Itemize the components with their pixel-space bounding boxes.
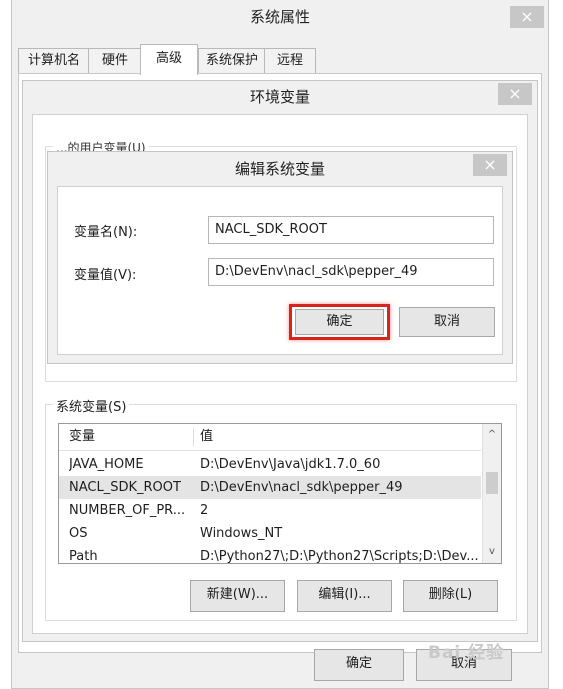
system-properties-title: 系统属性: [249, 8, 310, 26]
system-variables-label: 系统变量(S): [53, 396, 130, 415]
baidu-jingyan-watermark: Bai 经验: [428, 643, 505, 663]
row-variable-value: 2: [200, 503, 209, 518]
variable-value-label: 变量值(V):: [74, 268, 137, 283]
table-row[interactable]: JAVA_HOME D:\DevEnv\Java\jdk1.7.0_60: [59, 453, 481, 476]
table-row[interactable]: NUMBER_OF_PR... 2: [59, 499, 481, 522]
row-variable-value: D:\DevEnv\Java\jdk1.7.0_60: [200, 457, 381, 472]
new-variable-button[interactable]: 新建(W)...: [190, 580, 285, 612]
close-icon: ×: [483, 155, 497, 174]
edit-dialog-close-button[interactable]: ×: [473, 154, 507, 176]
system-variables-table[interactable]: 变量 值 JAVA_HOME D:\DevEnv\Java\jdk1.7.0_6…: [58, 423, 502, 564]
edit-variable-button[interactable]: 编辑(I)...: [297, 580, 392, 612]
tab-hardware[interactable]: 硬件: [88, 48, 142, 73]
row-variable-name: Path: [69, 549, 98, 564]
row-variable-name: NUMBER_OF_PR...: [69, 503, 186, 518]
table-row-selected[interactable]: NACL_SDK_ROOT D:\DevEnv\nacl_sdk\pepper_…: [59, 476, 481, 499]
variable-name-label: 变量名(N):: [74, 225, 138, 240]
variable-name-field[interactable]: NACL_SDK_ROOT: [208, 216, 494, 244]
row-variable-value: D:\DevEnv\nacl_sdk\pepper_49: [200, 480, 403, 495]
column-header-variable[interactable]: 变量: [69, 424, 95, 450]
tab-system-protection[interactable]: 系统保护: [198, 48, 266, 73]
edit-dialog-cancel-button[interactable]: 取消: [399, 307, 495, 337]
column-separator[interactable]: [193, 428, 194, 446]
delete-variable-button[interactable]: 删除(L): [403, 580, 498, 612]
close-icon: ×: [520, 7, 534, 26]
tab-computer-name[interactable]: 计算机名: [18, 48, 90, 73]
table-row[interactable]: Path D:\Python27\;D:\Python27\Scripts;D:…: [59, 545, 481, 564]
edit-dialog-title: 编辑系统变量: [234, 160, 325, 178]
system-properties-close-button[interactable]: ×: [510, 6, 544, 28]
scroll-up-icon[interactable]: ^: [483, 426, 501, 444]
column-header-value[interactable]: 值: [200, 424, 213, 450]
row-variable-name: NACL_SDK_ROOT: [69, 480, 181, 495]
table-scrollbar[interactable]: ^ v: [482, 424, 501, 563]
close-icon: ×: [508, 84, 522, 103]
row-variable-name: JAVA_HOME: [69, 457, 144, 472]
edit-system-variable-dialog: 编辑系统变量 × 变量名(N): NACL_SDK_ROOT 变量值(V): D…: [47, 151, 513, 364]
environment-variables-title: 环境变量: [249, 88, 310, 106]
scrollbar-thumb[interactable]: [486, 472, 498, 494]
variable-value-field[interactable]: D:\DevEnv\nacl_sdk\pepper_49: [208, 258, 494, 286]
scroll-down-icon[interactable]: v: [483, 543, 501, 561]
table-header: 变量 值: [59, 424, 481, 451]
tab-advanced[interactable]: 高级: [140, 44, 198, 75]
row-variable-name: OS: [69, 526, 88, 541]
environment-variables-close-button[interactable]: ×: [498, 83, 532, 105]
system-properties-ok-button[interactable]: 确定: [314, 649, 404, 681]
tab-remote[interactable]: 远程: [264, 48, 316, 73]
row-variable-value: Windows_NT: [200, 526, 283, 541]
edit-dialog-ok-button[interactable]: 确定: [295, 309, 384, 335]
row-variable-value: D:\Python27\;D:\Python27\Scripts;D:\Dev.…: [200, 549, 479, 564]
table-row[interactable]: OS Windows_NT: [59, 522, 481, 545]
